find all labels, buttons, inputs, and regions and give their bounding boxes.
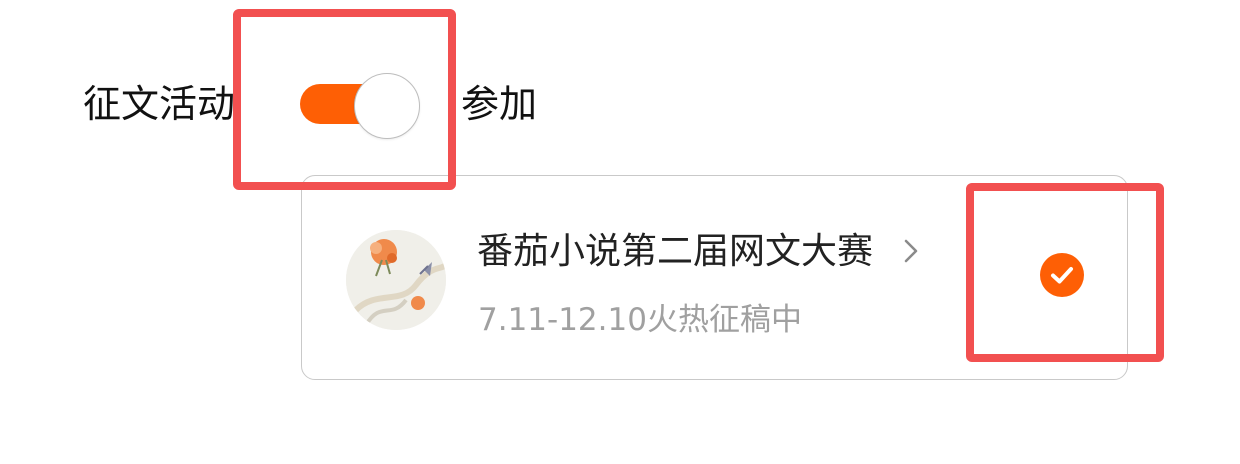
toggle-label: 参加 (461, 82, 538, 126)
activity-settings-panel: 征文活动 参加 番茄小说第二届网文大赛 7.11-12.10火热征稿中 (0, 0, 1240, 464)
activity-subtitle: 7.11-12.10火热征稿中 (478, 302, 802, 338)
toggle-knob (354, 73, 420, 139)
chevron-right-icon (904, 239, 918, 263)
check-circle-icon[interactable] (1039, 252, 1085, 298)
section-label: 征文活动 (83, 82, 236, 126)
participate-toggle[interactable] (300, 73, 422, 139)
activity-thumbnail (346, 230, 446, 330)
activity-card[interactable]: 番茄小说第二届网文大赛 7.11-12.10火热征稿中 (301, 175, 1128, 380)
activity-title: 番茄小说第二届网文大赛 (477, 231, 874, 272)
